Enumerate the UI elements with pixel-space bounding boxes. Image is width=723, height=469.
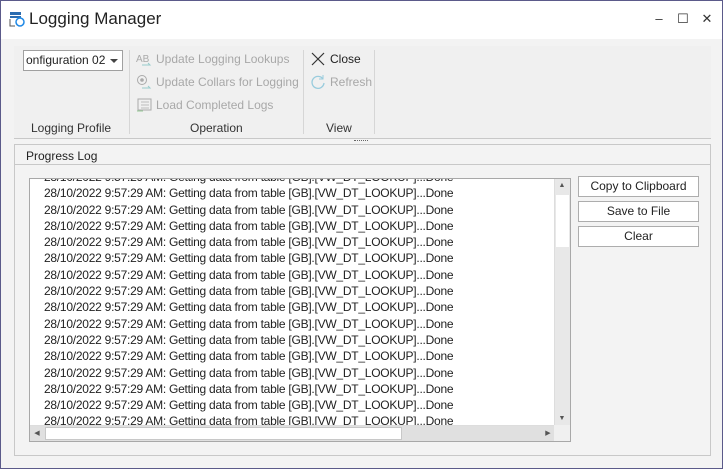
scroll-left-icon[interactable]: ◀ <box>30 429 44 437</box>
log-list-icon <box>137 98 152 112</box>
group-label-operation: Operation <box>190 121 243 135</box>
chevron-down-icon <box>110 59 118 63</box>
horizontal-scrollbar[interactable]: ◀ ▶ <box>30 425 555 441</box>
profile-selected-value: onfiguration 02 <box>26 53 106 67</box>
group-divider <box>129 50 130 134</box>
group-label-logging-profile: Logging Profile <box>31 121 112 135</box>
log-line: 28/10/2022 9:57:29 AM: Getting data from… <box>44 202 454 217</box>
log-line: 28/10/2022 9:57:29 AM: Getting data from… <box>44 316 454 331</box>
title-bar: Logging Manager – ☐ ✕ <box>1 1 722 39</box>
log-line: 28/10/2022 9:57:29 AM: Getting data from… <box>44 251 454 266</box>
minimize-button[interactable]: – <box>649 11 669 27</box>
group-divider <box>303 50 304 134</box>
log-line: 28/10/2022 9:57:29 AM: Getting data from… <box>44 332 454 347</box>
progress-log-list[interactable]: 28/10/2022 9:57:29 AM: Getting data from… <box>29 178 571 442</box>
close-button[interactable]: Close <box>310 51 361 67</box>
log-line: 28/10/2022 9:57:29 AM: Getting data from… <box>44 267 454 282</box>
load-completed-logs-button[interactable]: Load Completed Logs <box>136 97 273 113</box>
log-line: 28/10/2022 9:57:29 AM: Getting data from… <box>44 179 454 185</box>
svg-text:AB: AB <box>136 54 150 65</box>
log-line: 28/10/2022 9:57:29 AM: Getting data from… <box>44 284 454 299</box>
maximize-button[interactable]: ☐ <box>673 11 693 27</box>
scrollbar-corner <box>554 425 570 441</box>
scroll-right-icon[interactable]: ▶ <box>541 429 555 437</box>
window-title: Logging Manager <box>29 9 162 28</box>
lookup-update-icon: AB <box>136 54 152 66</box>
refresh-button[interactable]: Refresh <box>310 74 372 90</box>
save-to-file-button[interactable]: Save to File <box>578 201 699 222</box>
close-window-button[interactable]: ✕ <box>697 11 717 27</box>
ribbon: onfiguration 02 Logging Profile AB Updat… <box>14 46 711 139</box>
splitter-grip[interactable] <box>354 140 368 142</box>
vertical-scroll-thumb[interactable] <box>556 195 569 247</box>
log-lines: 28/10/2022 9:57:29 AM: Getting data from… <box>44 179 454 430</box>
group-label-view: View <box>326 121 352 135</box>
log-line: 28/10/2022 9:57:29 AM: Getting data from… <box>44 381 454 396</box>
refresh-icon <box>311 75 325 89</box>
log-line: 28/10/2022 9:57:29 AM: Getting data from… <box>44 300 454 315</box>
update-collars-button[interactable]: Update Collars for Logging <box>136 74 299 90</box>
scroll-down-icon[interactable]: ▼ <box>555 415 569 422</box>
scroll-up-icon[interactable]: ▲ <box>555 182 569 189</box>
clear-button[interactable]: Clear <box>578 226 699 247</box>
progress-log-title: Progress Log <box>15 145 710 165</box>
location-pin-icon <box>137 75 152 89</box>
logging-manager-window: Logging Manager – ☐ ✕ onfiguration 02 Lo… <box>0 0 723 469</box>
horizontal-scroll-thumb[interactable] <box>45 427 402 440</box>
close-icon <box>311 52 325 66</box>
update-logging-lookups-button[interactable]: AB Update Logging Lookups <box>136 51 289 67</box>
log-line: 28/10/2022 9:57:29 AM: Getting data from… <box>44 218 454 233</box>
log-line: 28/10/2022 9:57:29 AM: Getting data from… <box>44 398 454 413</box>
group-divider <box>374 50 375 134</box>
logging-profile-dropdown[interactable]: onfiguration 02 <box>23 50 123 71</box>
copy-to-clipboard-button[interactable]: Copy to Clipboard <box>578 176 699 197</box>
log-line: 28/10/2022 9:57:29 AM: Getting data from… <box>44 349 454 364</box>
log-line: 28/10/2022 9:57:29 AM: Getting data from… <box>44 186 454 201</box>
log-line: 28/10/2022 9:57:29 AM: Getting data from… <box>44 365 454 380</box>
vertical-scrollbar[interactable]: ▲ ▼ <box>554 179 570 425</box>
app-icon <box>9 12 25 27</box>
log-line: 28/10/2022 9:57:29 AM: Getting data from… <box>44 235 454 250</box>
